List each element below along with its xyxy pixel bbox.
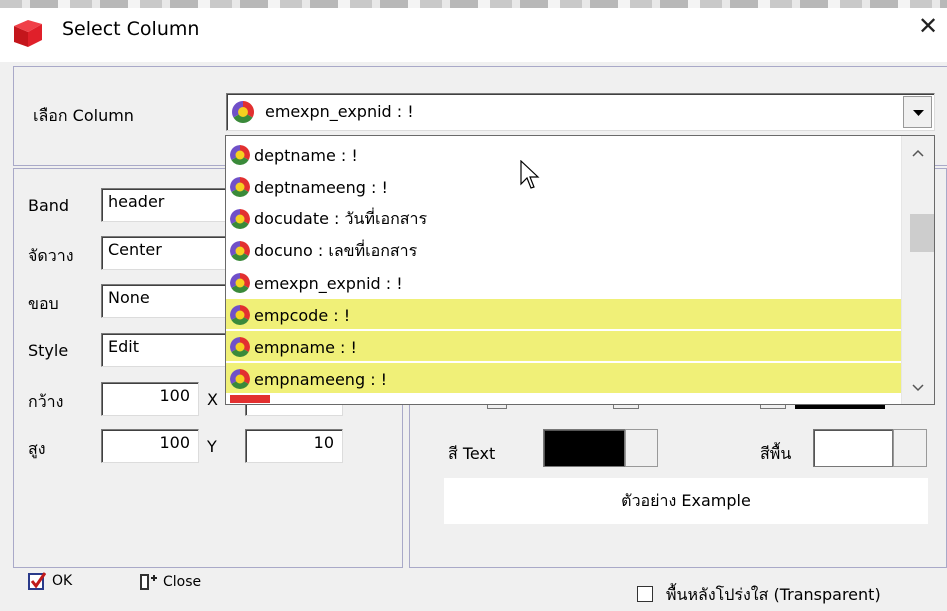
close-button[interactable]: Close [137, 572, 201, 592]
window-title: Select Column [62, 18, 200, 40]
column-type-icon [230, 337, 250, 357]
x-label: X [207, 390, 218, 409]
list-item-label: docuno : เลขที่เอกสาร [254, 240, 418, 260]
ok-button[interactable]: OK [28, 572, 72, 590]
ok-label: OK [52, 573, 73, 589]
align-field[interactable]: Center [101, 236, 231, 270]
scroll-up-icon[interactable] [911, 148, 925, 158]
list-scrollbar[interactable] [901, 136, 934, 404]
column-type-icon [230, 305, 250, 325]
list-item-label: deptnameeng : ! [254, 177, 388, 197]
width-field[interactable]: 100 [101, 382, 199, 416]
list-item-label: empnameeng : ! [254, 369, 388, 389]
list-item[interactable]: emexpn_expnid : ! [230, 268, 403, 298]
column-label: เลือก Column [33, 106, 134, 125]
background-window-strip [0, 0, 947, 8]
band-field[interactable]: header [101, 188, 231, 222]
height-label: สูง [28, 439, 46, 458]
list-item[interactable]: docuno : เลขที่เอกสาร [230, 236, 417, 266]
border-label: ขอบ [28, 294, 59, 313]
example-preview: ตัวอย่าง Example [444, 478, 928, 524]
column-type-icon [230, 177, 250, 197]
align-label: จัดวาง [28, 246, 74, 265]
app-icon [14, 20, 42, 47]
list-item-label: empcode : ! [254, 305, 351, 325]
list-item-label: emexpn_expnid : ! [254, 273, 403, 293]
height-field[interactable]: 100 [101, 429, 199, 463]
chevron-down-icon [913, 110, 924, 116]
text-color-picker-button[interactable] [625, 429, 658, 467]
column-type-icon [232, 101, 254, 123]
close-window-icon[interactable]: ✕ [918, 14, 938, 38]
style-label: Style [28, 341, 69, 360]
list-item[interactable]: docudate : วันที่เอกสาร [230, 204, 427, 234]
column-select-value: emexpn_expnid : ! [265, 102, 414, 121]
example-text: ตัวอย่าง Example [621, 490, 751, 510]
transparent-checkbox[interactable] [637, 586, 653, 602]
list-item[interactable]: deptname : ! [230, 140, 358, 170]
column-type-icon [230, 273, 250, 293]
list-item-label: deptname : ! [254, 145, 358, 165]
mouse-cursor-icon [520, 160, 540, 189]
list-item[interactable]: empcode : ! [230, 300, 350, 330]
column-dropdown-button[interactable] [903, 96, 932, 128]
column-type-icon [230, 369, 250, 389]
list-item[interactable]: empnameeng : ! [230, 364, 387, 394]
partial-list-item [230, 395, 270, 403]
list-item[interactable]: deptnameeng : ! [230, 172, 388, 202]
list-item-label: empname : ! [254, 337, 357, 357]
checkmark-icon [28, 572, 46, 590]
bg-color-swatch[interactable] [813, 429, 893, 467]
column-type-icon [230, 209, 250, 229]
bg-color-picker-button[interactable] [893, 429, 927, 467]
scroll-thumb[interactable] [910, 214, 934, 252]
transparent-label: พื้นหลังโปร่งใส (Transparent) [666, 585, 881, 604]
y-label: Y [207, 437, 217, 456]
list-item[interactable]: empname : ! [230, 332, 357, 362]
style-field[interactable]: Edit [101, 333, 231, 367]
bg-color-label: สีพื้น [760, 444, 792, 463]
scroll-down-icon[interactable] [911, 383, 925, 393]
close-label: Close [163, 574, 202, 590]
width-label: กว้าง [28, 392, 64, 411]
band-label: Band [28, 196, 70, 215]
text-color-swatch[interactable] [543, 429, 625, 467]
border-field[interactable]: None [101, 284, 231, 318]
column-type-icon [230, 241, 250, 261]
list-item-label: docudate : วันที่เอกสาร [254, 208, 428, 228]
y-field[interactable]: 10 [245, 429, 343, 463]
text-color-label: สี Text [448, 444, 496, 463]
column-select[interactable]: emexpn_expnid : ! [226, 93, 935, 131]
exit-door-icon [140, 574, 157, 590]
column-dropdown-list[interactable]: deptname : ! deptnameeng : ! docudate : วั… [225, 135, 935, 405]
column-type-icon [230, 145, 250, 165]
